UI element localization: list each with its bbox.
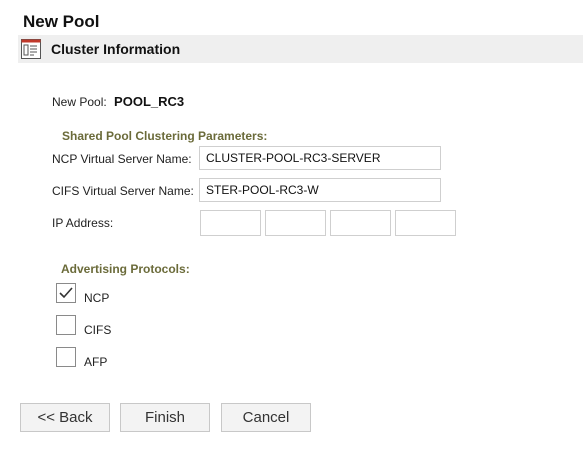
section-title: Cluster Information [51,41,181,57]
ip-octet-3-input[interactable] [330,210,391,236]
ip-octet-1-input[interactable] [200,210,261,236]
cifs-checkbox-label: CIFS [84,323,112,337]
ip-octet-2-input[interactable] [265,210,326,236]
afp-checkbox-label: AFP [84,355,108,369]
cifs-checkbox[interactable] [56,315,76,335]
protocols-heading: Advertising Protocols: [61,262,190,276]
ip-octet-4-input[interactable] [395,210,456,236]
pool-name: POOL_RC3 [114,94,185,109]
clustering-heading: Shared Pool Clustering Parameters: [62,129,268,143]
cancel-button[interactable]: Cancel [221,403,311,432]
ncp-server-input[interactable]: CLUSTER-POOL-RC3-SERVER [199,146,441,170]
ncp-checkbox[interactable] [56,283,76,303]
cifs-server-label: CIFS Virtual Server Name: [52,184,194,198]
checkmark-icon [59,287,73,299]
afp-checkbox[interactable] [56,347,76,367]
ncp-checkbox-label: NCP [84,291,110,305]
cifs-server-input[interactable]: STER-POOL-RC3-W [199,178,441,202]
finish-button[interactable]: Finish [120,403,210,432]
ncp-server-label: NCP Virtual Server Name: [52,152,192,166]
new-pool-row: New Pool: POOL_RC3 [52,94,184,109]
form-icon [20,38,42,60]
section-header: Cluster Information [18,35,583,63]
new-pool-label: New Pool: [52,95,107,109]
ip-address-label: IP Address: [52,216,114,230]
back-button[interactable]: << Back [20,403,110,432]
page-title: New Pool [23,12,100,31]
